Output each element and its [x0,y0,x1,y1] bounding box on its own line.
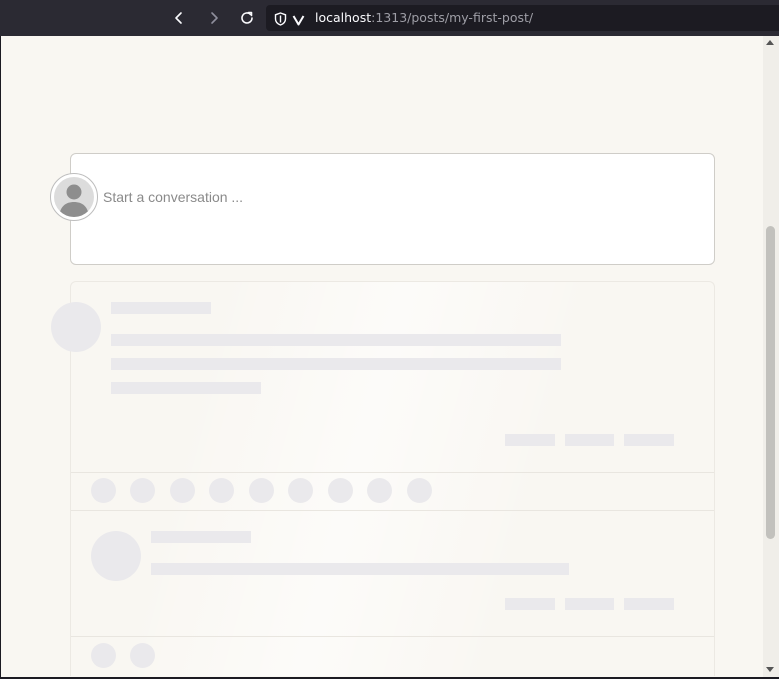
skeleton-reaction [209,478,234,503]
skeleton-reply-avatar [91,531,141,581]
skeleton-divider [71,472,714,473]
page-scrollbar[interactable] [763,36,779,679]
scroll-down-arrow-icon[interactable] [766,667,774,672]
skeleton-divider [71,510,714,511]
skeleton-reply-action [505,598,555,610]
skeleton-author [111,302,211,314]
page-viewport: Start a conversation ... [1,36,763,677]
skeleton-text-line [111,334,561,346]
url-bar[interactable]: localhost:1313/posts/my-first-post/ [266,5,779,31]
skeleton-reaction [407,478,432,503]
skeleton-text-line [111,358,561,370]
url-path: :1313/posts/my-first-post/ [371,10,534,25]
chevron-right-icon [211,12,218,24]
skeleton-reaction [288,478,313,503]
skeleton-reaction [130,478,155,503]
skeleton-action [624,434,674,446]
browser-toolbar: localhost:1313/posts/my-first-post/ [0,0,779,36]
back-button[interactable] [166,6,192,30]
skeleton-reaction [328,478,353,503]
chevron-left-icon [175,12,182,24]
skeleton-reply-author [151,531,251,543]
composer-placeholder: Start a conversation ... [103,189,244,205]
tracking-protection-shield-icon[interactable] [274,11,287,30]
skeleton-reaction [249,478,274,503]
skeleton-divider [71,636,714,637]
skeleton-reply-action [565,598,614,610]
skeleton-action [565,434,614,446]
forward-button[interactable] [201,6,227,30]
scrollbar-thumb[interactable] [766,226,775,539]
url-host: localhost [315,10,372,25]
reload-icon [241,11,253,24]
site-identity-icon[interactable] [292,11,305,30]
scroll-up-arrow-icon[interactable] [766,40,774,45]
url-text[interactable]: localhost:1313/posts/my-first-post/ [315,10,533,25]
skeleton-text-line [111,382,261,394]
reload-button[interactable] [234,6,260,30]
skeleton-avatar [51,302,101,352]
skeleton-reply-action [624,598,674,610]
comment-composer-input[interactable] [70,153,715,265]
skeleton-reaction [91,643,116,668]
default-user-avatar-icon [50,173,98,221]
skeleton-reaction [170,478,195,503]
skeleton-reaction [367,478,392,503]
skeleton-reaction [91,478,116,503]
skeleton-action [505,434,555,446]
skeleton-reaction [130,643,155,668]
skeleton-reply-text-line [151,563,569,575]
